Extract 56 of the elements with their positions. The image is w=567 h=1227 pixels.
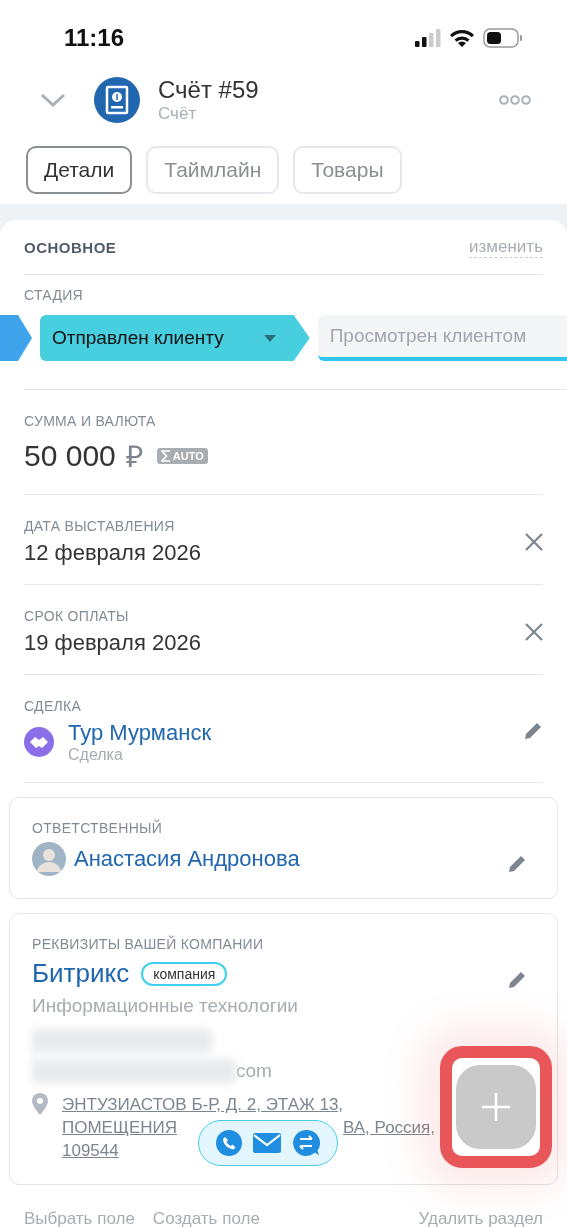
address-link[interactable]: ПОМЕЩЕНИЯ xyxy=(62,1116,177,1139)
deal-type: Сделка xyxy=(68,746,124,764)
footer-link[interactable]: Создать поле xyxy=(152,1209,260,1227)
amount-value: 50 000 xyxy=(24,438,116,473)
clear-icon[interactable] xyxy=(525,623,543,641)
pencil-icon[interactable] xyxy=(523,721,543,741)
mail-icon[interactable] xyxy=(253,1133,281,1153)
tab[interactable]: Таймлайн xyxy=(146,146,280,194)
sum-icon xyxy=(160,449,171,462)
person-link[interactable]: Анастасия Андронова xyxy=(74,846,300,872)
status-time: 11:16 xyxy=(64,24,125,52)
deal-link[interactable]: Тур Мурманск xyxy=(68,720,211,746)
industry-text: Информационные технологии xyxy=(32,995,299,1017)
field-label: СТАДИЯ xyxy=(24,287,84,303)
stage-button[interactable]: Просмотрен клиентом xyxy=(317,315,567,361)
handshake-icon xyxy=(24,727,54,757)
record-type: Счёт xyxy=(158,104,198,124)
pencil-icon[interactable] xyxy=(507,970,527,990)
date-value: 12 февраля 2026 xyxy=(24,540,202,566)
footer-link[interactable]: Выбрать поле xyxy=(24,1209,135,1227)
footer-link[interactable]: Удалить раздел xyxy=(418,1209,543,1227)
pencil-icon[interactable] xyxy=(507,854,527,874)
location-pin-icon xyxy=(32,1093,48,1115)
dropdown-icon xyxy=(263,334,276,342)
badge-text: AUTO xyxy=(172,449,204,462)
wifi-icon xyxy=(449,29,475,47)
phone-icon[interactable] xyxy=(216,1130,243,1156)
record-title: Счёт #59 xyxy=(158,76,260,104)
field-label: СУММА И ВАЛЮТА xyxy=(24,413,157,429)
plus-icon xyxy=(482,1093,510,1121)
company-tag: компания xyxy=(141,961,228,986)
field-label: ОТВЕТСТВЕННЫЙ xyxy=(32,820,164,836)
tab[interactable]: Детали xyxy=(26,146,133,194)
edit-link[interactable]: изменить xyxy=(469,236,543,258)
section-title: ОСНОВНОЕ xyxy=(24,238,117,256)
field-label: СРОК ОПЛАТЫ xyxy=(24,608,130,624)
address-link[interactable]: ЭНТУЗИАСТОВ Б-Р, Д. 2, ЭТАЖ 13, xyxy=(62,1093,436,1116)
field-label: ДАТА ВЫСТАВЛЕНИЯ xyxy=(24,518,176,534)
invoice-icon xyxy=(94,77,140,123)
address-link[interactable]: 109544 xyxy=(62,1139,436,1162)
field-label: СДЕЛКА xyxy=(24,698,83,714)
company-link[interactable]: Битрикс xyxy=(32,958,130,989)
tab[interactable]: Товары xyxy=(293,146,402,194)
chat-icon[interactable] xyxy=(291,1129,320,1157)
date-value: 19 февраля 2026 xyxy=(24,630,202,656)
battery-icon xyxy=(483,28,523,48)
more-icon[interactable] xyxy=(499,95,531,105)
chevron-down-icon[interactable] xyxy=(40,92,66,108)
address-link[interactable]: ВА, Россия, xyxy=(343,1116,436,1139)
avatar xyxy=(32,842,66,876)
field-label: РЕКВИЗИТЫ ВАШЕЙ КОМПАНИИ xyxy=(32,936,265,952)
clear-icon[interactable] xyxy=(525,533,543,551)
signal-icon xyxy=(415,29,441,47)
stage-button[interactable]: Отправлен клиенту xyxy=(40,315,310,361)
currency-symbol: ₽ xyxy=(125,439,143,475)
email-text: com xyxy=(236,1060,272,1082)
